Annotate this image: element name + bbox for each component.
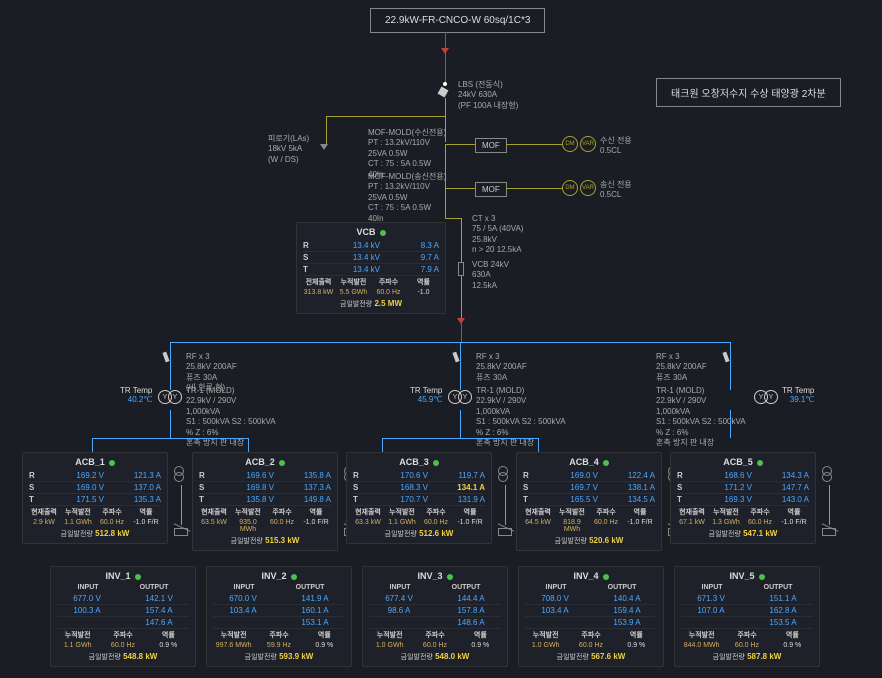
conn <box>170 342 171 390</box>
conn <box>460 342 461 390</box>
arrow-icon <box>441 48 449 54</box>
mof1-box: MOF <box>475 138 507 153</box>
la-label: 피로기(LAs)18kV 5kA(W / DS) <box>268 134 309 165</box>
tr-temp-1: TR Temp40.2℃ <box>120 386 152 404</box>
inv-panel-1: INV_1 INPUTOUTPUT 677.0 V142.1 V 100.3 A… <box>50 566 196 667</box>
mof2-side: 송신 전용0.5CL <box>600 180 632 201</box>
conn <box>248 438 249 452</box>
rf-icon <box>724 352 736 364</box>
conn <box>445 218 461 219</box>
meter-icon: DM <box>562 136 578 152</box>
acb-breaker-icon <box>498 466 512 536</box>
conn <box>506 188 562 189</box>
conn <box>445 188 446 218</box>
feeder-title: 22.9kW-FR-CNCO-W 60sq/1C*3 <box>370 8 545 33</box>
mof1-side: 수신 전용0.5CL <box>600 136 632 157</box>
tr-spec: TR-1 (MOLD)22.9kV / 290V1,000kVAS1 : 500… <box>656 386 746 448</box>
acb-panel-2: ACB_2 R169.6 V135.8 A S169.8 V137.3 A T1… <box>192 452 338 551</box>
acb-breaker-icon <box>174 466 188 536</box>
conn <box>170 410 171 438</box>
rf-icon <box>164 352 176 364</box>
acb-breaker-icon <box>822 466 836 536</box>
mof2-spec: MOF-MOLD(송신전용)PT : 13.2kV/110V25VA 0.5W … <box>368 172 446 224</box>
vcb-side-spec: VCB 24kV630A12.5kA <box>472 260 509 291</box>
transformer-icon: YY <box>158 390 182 404</box>
meter-icon: VAR <box>580 136 596 152</box>
conn <box>382 438 383 452</box>
ct-spec: CT x 375 / 5A (40VA)25.8kVn > 20 12.5kA <box>472 214 523 256</box>
conn <box>326 116 327 144</box>
acb-panel-4: ACB_4 R169.0 V122.4 A S169.7 V138.1 A T1… <box>516 452 662 551</box>
meter-icon: VAR <box>580 180 596 196</box>
acb-panel-3: ACB_3 R170.6 V119.7 A S168.3 V134.1 A T1… <box>346 452 492 544</box>
vcb-icon <box>458 262 464 276</box>
busbar <box>170 342 730 343</box>
status-dot <box>380 230 386 236</box>
transformer-icon: YY <box>448 390 472 404</box>
conn <box>538 438 539 452</box>
conn <box>445 98 446 116</box>
vcb-title: VCB <box>303 227 439 237</box>
conn <box>92 438 248 439</box>
acb-panel-1: ACB_1 R169.2 V121.3 A S169.0 V137.0 A T1… <box>22 452 168 544</box>
lbs-label: LBS (전동식)24kV 630A(PF 100A 내장형) <box>458 80 518 111</box>
rf-spec: RF x 325.8kV 200AF퓨즈 30A <box>476 352 527 383</box>
tr-temp-2: TR Temp45.9℃ <box>410 386 442 404</box>
conn <box>92 438 93 452</box>
lbs-icon <box>439 82 451 94</box>
site-title: 태크원 오창저수지 수상 태양광 2차분 <box>656 78 841 107</box>
arrow-icon <box>457 318 465 324</box>
transformer-icon: YY <box>754 390 778 404</box>
conn <box>445 32 446 84</box>
inv-panel-4: INV_4 INPUTOUTPUT 708.0 V140.4 A 103.4 A… <box>518 566 664 667</box>
meter-icon: DM <box>562 180 578 196</box>
mof2-box: MOF <box>475 182 507 197</box>
vcb-panel: VCB R13.4 kV8.3 A S13.4 kV9.7 A T13.4 kV… <box>296 222 446 314</box>
conn <box>382 438 538 439</box>
conn <box>445 188 475 189</box>
inv-panel-5: INV_5 INPUTOUTPUT 671.3 V151.1 A 107.0 A… <box>674 566 820 667</box>
conn <box>326 116 445 117</box>
conn <box>445 144 475 145</box>
conn <box>506 144 562 145</box>
inv-panel-2: INV_2 INPUTOUTPUT 670.0 V141.9 A 103.4 A… <box>206 566 352 667</box>
rf-spec: RF x 325.8kV 200AF퓨즈 30A <box>656 352 707 383</box>
rf-icon <box>454 352 466 364</box>
conn <box>460 410 461 438</box>
acb-panel-5: ACB_5 R168.6 V134.3 A S171.2 V147.7 A T1… <box>670 452 816 544</box>
inv-panel-3: INV_3 INPUTOUTPUT 677.4 V144.4 A 98.6 A1… <box>362 566 508 667</box>
conn <box>730 410 731 438</box>
conn <box>730 342 731 390</box>
tr-temp-3: TR Temp39.1℃ <box>782 386 814 404</box>
la-icon <box>320 144 332 156</box>
